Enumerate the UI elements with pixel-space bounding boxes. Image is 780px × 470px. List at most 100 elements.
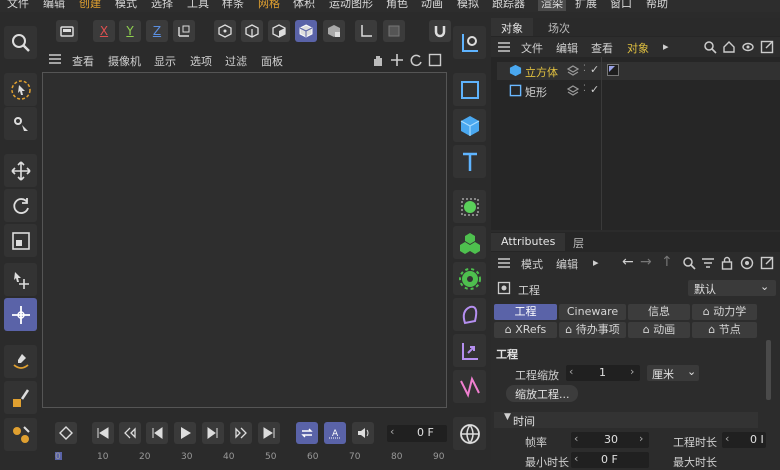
viewport-menu-options[interactable]: 选项 [190,53,212,69]
next-frame-button[interactable] [202,422,224,444]
fps-field[interactable]: ‹ 30 › [571,432,649,448]
attr-tab-xrefs[interactable]: ⌂ XRefs [494,322,557,338]
attr-menu-mode[interactable]: 模式 [521,256,543,272]
next-key-button[interactable] [230,422,252,444]
tag-icon[interactable] [607,64,619,76]
subdivision-button[interactable] [453,190,486,223]
layer-icon[interactable] [566,85,580,100]
play-button[interactable] [174,422,196,444]
keyframe-mode-button[interactable] [55,422,77,444]
project-scale-field[interactable]: ‹ 1 › [566,365,640,381]
prev-frame-button[interactable] [146,422,168,444]
axis-z-button[interactable]: Z [146,20,168,42]
hamburger-icon[interactable] [48,52,62,69]
up-arrow-icon[interactable]: ↑ [661,254,673,270]
preset-dropdown[interactable]: 默认 ⌄ [688,280,776,296]
maximize-viewport-icon[interactable] [428,53,442,70]
loop-button[interactable] [296,422,318,444]
time-group-header[interactable]: ▼ 时间 [494,412,758,428]
menu-item[interactable]: 创建 [79,0,101,11]
new-window-icon[interactable] [760,256,774,273]
orbit-icon[interactable] [409,53,423,70]
eye-icon[interactable] [741,40,755,57]
forward-arrow-icon[interactable]: → [640,254,652,270]
menu-item[interactable]: 渲染 [538,0,566,11]
paint-tool-button[interactable] [4,381,37,414]
object-row[interactable]: 矩形 ⁚ ✓ [497,82,780,100]
attr-tab-project[interactable]: 工程 [494,304,557,320]
model-mode-button[interactable] [295,20,317,42]
menu-item[interactable]: 窗口 [610,0,632,11]
move-tool-button[interactable] [4,154,37,187]
viewport-menu-panel[interactable]: 面板 [261,53,283,69]
spline-pen-button[interactable] [4,345,37,378]
menu-item[interactable]: 样条 [222,0,244,11]
menu-item[interactable]: 工具 [187,0,209,11]
camera-tool-button[interactable] [453,26,486,59]
hamburger-icon[interactable] [497,256,511,273]
spline-primitive-button[interactable] [453,73,486,106]
search-icon[interactable] [682,256,696,273]
menu-item[interactable]: 文件 [7,0,29,11]
menu-item[interactable]: 扩展 [575,0,597,11]
viewport-menu-view[interactable]: 查看 [72,53,94,69]
sculpt-tool-button[interactable] [4,418,37,451]
menu-item[interactable]: 体积 [293,0,315,11]
dolly-arrows-icon[interactable] [390,53,404,70]
effector-button[interactable] [453,262,486,295]
attr-menu-edit[interactable]: 编辑 [556,256,578,272]
chevron-left-icon[interactable]: ‹ [569,365,573,378]
solo-button[interactable] [383,20,405,42]
viewport-menu-display[interactable]: 显示 [154,53,176,69]
attr-tab-info[interactable]: 信息 [628,304,690,320]
attr-tab-dynamics[interactable]: ⌂ 动力学 [692,304,757,320]
tab-attributes[interactable]: Attributes [491,233,566,251]
chevron-left-icon[interactable]: ‹ [574,432,578,445]
environment-button[interactable] [453,417,486,450]
home-icon[interactable] [722,40,736,57]
tab-layers[interactable]: 层 [563,233,594,251]
edges-mode-button[interactable] [241,20,263,42]
field-object-button[interactable] [453,370,486,403]
chevron-right-icon[interactable]: › [639,432,643,445]
target-icon[interactable] [740,256,754,273]
checkmark-icon[interactable]: ✓ [590,83,599,96]
axis-x-button[interactable]: X [93,20,115,42]
om-menu-file[interactable]: 文件 [521,40,543,56]
chevron-left-icon[interactable]: ‹ [574,452,578,465]
back-arrow-icon[interactable]: ← [622,254,634,270]
menu-item[interactable]: 网格 [258,0,280,11]
menu-item[interactable]: 模式 [115,0,137,11]
new-window-icon[interactable] [760,40,774,57]
visibility-dots-icon[interactable]: ⁚ [583,84,586,94]
polygons-mode-button[interactable] [268,20,290,42]
om-menu-view[interactable]: 查看 [591,40,613,56]
uv-mode-button[interactable] [323,20,345,42]
dynamic-placement-button[interactable] [4,298,37,331]
menu-item[interactable]: 编辑 [43,0,65,11]
pan-hand-icon[interactable] [371,53,385,70]
lock-icon[interactable] [720,256,734,273]
chevron-right-icon[interactable]: ▸ [593,256,599,269]
menu-item[interactable]: 选择 [151,0,173,11]
menu-item[interactable]: 运动图形 [329,0,373,11]
chevron-left-icon[interactable]: ‹ [725,432,729,445]
layer-icon[interactable] [566,65,580,80]
scale-tool-button[interactable] [4,224,37,257]
prev-key-button[interactable] [119,422,141,444]
object-row[interactable]: 立方体 ⁚ ✓ [497,62,780,80]
timeline-ruler[interactable]: 0 10 20 30 40 50 60 70 80 90 [52,450,448,460]
selection-tool-button[interactable] [4,73,37,106]
viewport-menu-filter[interactable]: 过滤 [225,53,247,69]
visibility-dots-icon[interactable]: ⁚ [583,64,586,74]
om-menu-edit[interactable]: 编辑 [556,40,578,56]
axis-y-button[interactable]: Y [119,20,141,42]
search-button[interactable] [4,26,37,59]
attr-tab-todo[interactable]: ⌂ 待办事项 [559,322,626,338]
object-name[interactable]: 矩形 [525,84,547,100]
sound-button[interactable] [352,422,374,444]
tweak-tool-button[interactable] [4,107,37,140]
autokey-button[interactable]: A [324,422,346,444]
menu-item[interactable]: 模拟 [457,0,479,11]
attr-tab-nodes[interactable]: ⌂ 节点 [692,322,757,338]
